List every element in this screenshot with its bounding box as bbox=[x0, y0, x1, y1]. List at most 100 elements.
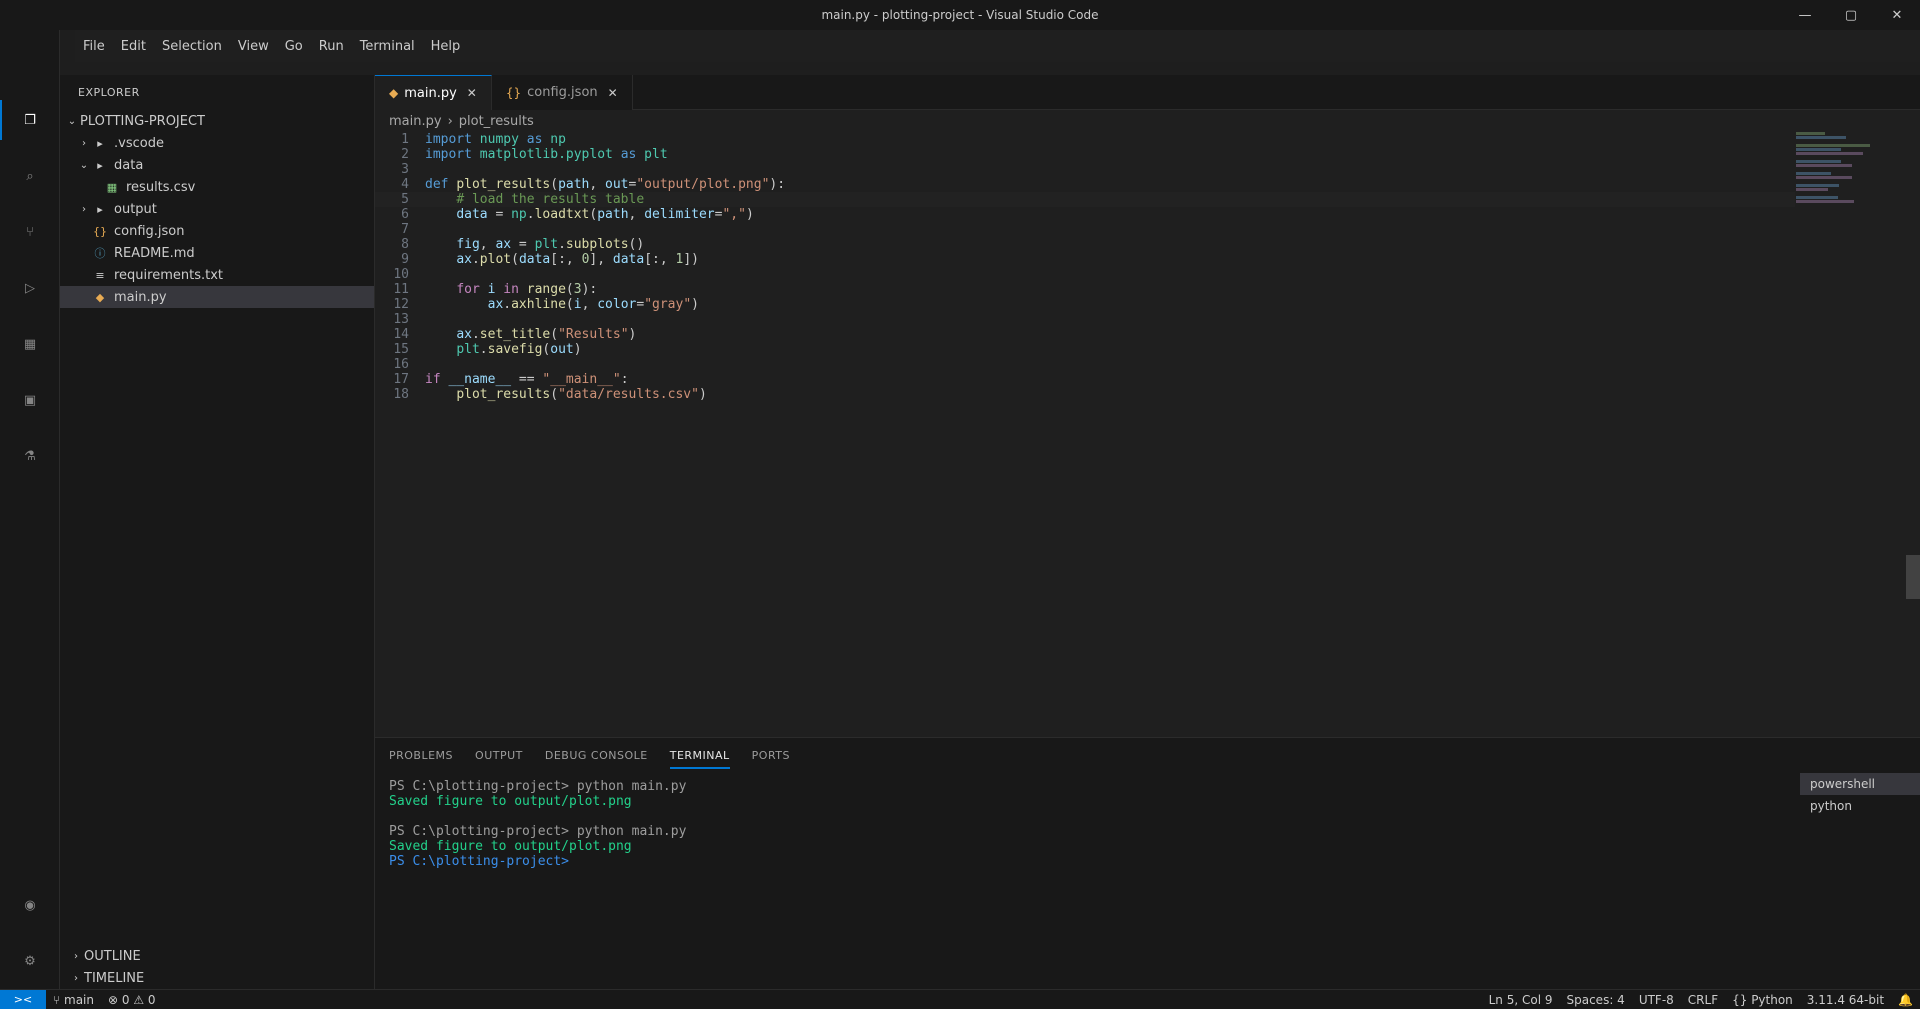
code-text: for i in range(3): bbox=[456, 282, 598, 297]
extensions-icon[interactable]: ▦ bbox=[0, 316, 60, 372]
code-editor[interactable]: 1 import numpy as np 2 import matplotlib.py… bbox=[375, 132, 1795, 737]
editor-scrollbar[interactable] bbox=[1906, 555, 1920, 599]
tab-main-py[interactable]: ◆ main.py ✕ bbox=[375, 75, 492, 110]
source-control-icon[interactable]: ⑂ bbox=[0, 204, 60, 260]
code-line[interactable]: 2 import matplotlib.pyplot as plt bbox=[375, 147, 1795, 162]
tree-item[interactable]: ▦ results.csv bbox=[60, 176, 374, 198]
tree-item[interactable]: {} config.json bbox=[60, 220, 374, 242]
minimap[interactable] bbox=[1796, 132, 1906, 737]
close-icon[interactable]: ✕ bbox=[608, 86, 618, 100]
menu-file[interactable]: File bbox=[75, 39, 113, 54]
code-line[interactable]: 14 ax.set_title("Results") bbox=[375, 327, 1795, 342]
code-line[interactable]: 6 data = np.loadtxt(path, delimiter=",") bbox=[375, 207, 1795, 222]
terminal-list: powershell python bbox=[1800, 773, 1920, 817]
indentation[interactable]: Spaces: 4 bbox=[1560, 993, 1632, 1007]
tab-output[interactable]: OUTPUT bbox=[475, 738, 523, 773]
tab-problems[interactable]: PROBLEMS bbox=[389, 738, 453, 773]
code-line[interactable]: 17 if __name__ == "__main__": bbox=[375, 372, 1795, 387]
code-line[interactable]: 18 plot_results("data/results.csv") bbox=[375, 387, 1795, 402]
code-line[interactable]: 11 for i in range(3): bbox=[375, 282, 1795, 297]
settings-gear-icon[interactable]: ⚙ bbox=[0, 933, 60, 989]
code-line[interactable]: 12 ax.axhline(i, color="gray") bbox=[375, 297, 1795, 312]
tree-item[interactable]: ⌄ ▸ data bbox=[60, 154, 374, 176]
python-file-icon: ◆ bbox=[389, 86, 399, 100]
code-line[interactable]: 9 ax.plot(data[:, 0], data[:, 1]) bbox=[375, 252, 1795, 267]
run-debug-icon[interactable]: ▷ bbox=[0, 260, 60, 316]
code-line[interactable]: 4 def plot_results(path, out="output/plot… bbox=[375, 177, 1795, 192]
tab-terminal[interactable]: TERMINAL bbox=[669, 738, 730, 773]
terminal-line: Saved figure to output/plot.png bbox=[389, 794, 632, 809]
tree-item-label: output bbox=[114, 201, 157, 217]
testing-icon[interactable]: ⚗ bbox=[0, 428, 60, 484]
outline-section[interactable]: › OUTLINE bbox=[60, 945, 374, 967]
minimap-line bbox=[1796, 152, 1864, 155]
menu-view[interactable]: View bbox=[230, 39, 277, 54]
file-type-icon: {} bbox=[93, 224, 107, 238]
line-number: 3 bbox=[401, 162, 409, 177]
code-line[interactable]: 1 import numpy as np bbox=[375, 132, 1795, 147]
menu-selection[interactable]: Selection bbox=[154, 39, 230, 54]
tab-label: config.json bbox=[527, 85, 598, 100]
code-line[interactable]: 3 bbox=[375, 162, 1795, 177]
tree-item[interactable]: › ▸ .vscode bbox=[60, 132, 374, 154]
tree-item[interactable]: ⓘ README.md bbox=[60, 242, 374, 264]
menu-terminal[interactable]: Terminal bbox=[352, 39, 423, 54]
close-button[interactable]: ✕ bbox=[1874, 0, 1920, 30]
editor-tabs: ◆ main.py ✕ {} config.json ✕ bbox=[375, 75, 1920, 110]
close-icon[interactable]: ✕ bbox=[467, 86, 477, 100]
code-line[interactable]: 5 # load the results table bbox=[375, 192, 1795, 207]
remote-indicator-icon[interactable]: >< bbox=[0, 989, 46, 1009]
code-text: ax.axhline(i, color="gray") bbox=[487, 297, 699, 312]
remote-explorer-icon[interactable]: ▣ bbox=[0, 372, 60, 428]
terminal-line: Saved figure to output/plot.png bbox=[389, 839, 632, 854]
bottom-panel: PROBLEMS OUTPUT DEBUG CONSOLE TERMINAL P… bbox=[375, 737, 1920, 989]
search-icon[interactable]: ⌕ bbox=[0, 148, 60, 204]
language-mode[interactable]: {} Python bbox=[1725, 993, 1800, 1007]
title-bar: main.py - plotting-project - Visual Stud… bbox=[0, 0, 1920, 30]
notifications-bell-icon[interactable]: 🔔 bbox=[1891, 993, 1920, 1007]
code-line[interactable]: 8 fig, ax = plt.subplots() bbox=[375, 237, 1795, 252]
menu-run[interactable]: Run bbox=[311, 39, 352, 54]
line-number: 16 bbox=[393, 357, 409, 372]
file-tree: ⌄ PLOTTING-PROJECT › ▸ .vscode ⌄ ▸ data ▦ results… bbox=[60, 110, 374, 308]
line-ending[interactable]: CRLF bbox=[1681, 993, 1725, 1007]
code-line[interactable]: 13 bbox=[375, 312, 1795, 327]
tree-item[interactable]: ≡ requirements.txt bbox=[60, 264, 374, 286]
menu-help[interactable]: Help bbox=[423, 39, 469, 54]
minimize-button[interactable]: — bbox=[1782, 0, 1828, 30]
maximize-button[interactable]: ▢ bbox=[1828, 0, 1874, 30]
problems-status[interactable]: ⊗ 0 ⚠ 0 bbox=[101, 993, 163, 1007]
encoding[interactable]: UTF-8 bbox=[1632, 993, 1681, 1007]
code-line[interactable]: 7 bbox=[375, 222, 1795, 237]
code-text: import matplotlib.pyplot as plt bbox=[425, 147, 668, 162]
code-line[interactable]: 15 plt.savefig(out) bbox=[375, 342, 1795, 357]
tab-config-json[interactable]: {} config.json ✕ bbox=[491, 75, 633, 110]
tab-ports[interactable]: PORTS bbox=[752, 738, 790, 773]
breadcrumb-file[interactable]: main.py bbox=[389, 114, 442, 129]
workspace-root[interactable]: ⌄ PLOTTING-PROJECT bbox=[60, 110, 374, 132]
minimap-line bbox=[1796, 196, 1838, 199]
code-line[interactable]: 10 bbox=[375, 267, 1795, 282]
explorer-icon[interactable]: ❐ bbox=[0, 92, 60, 148]
code-line[interactable]: 16 bbox=[375, 357, 1795, 372]
terminal-item[interactable]: python bbox=[1800, 795, 1920, 817]
menu-go[interactable]: Go bbox=[277, 39, 311, 54]
code-text: fig, ax = plt.subplots() bbox=[456, 237, 645, 252]
code-text: # load the results table bbox=[456, 192, 645, 207]
accounts-icon[interactable]: ◉ bbox=[0, 877, 60, 933]
minimap-line bbox=[1796, 176, 1852, 179]
branch-status[interactable]: ⑂ main bbox=[46, 993, 101, 1007]
breadcrumb-symbol[interactable]: plot_results bbox=[459, 114, 534, 129]
timeline-section[interactable]: › TIMELINE bbox=[60, 967, 374, 989]
line-number: 2 bbox=[401, 147, 409, 162]
tab-debug-console[interactable]: DEBUG CONSOLE bbox=[545, 738, 648, 773]
terminal-item[interactable]: powershell bbox=[1800, 773, 1920, 795]
tree-item[interactable]: ◆ main.py bbox=[60, 286, 374, 308]
tree-item[interactable]: › ▸ output bbox=[60, 198, 374, 220]
chevron-right-icon: › bbox=[82, 137, 86, 149]
cursor-position[interactable]: Ln 5, Col 9 bbox=[1482, 993, 1560, 1007]
line-number: 4 bbox=[401, 177, 409, 192]
menu-edit[interactable]: Edit bbox=[113, 39, 154, 54]
terminal-output[interactable]: PS C:\plotting-project> python main.py Sa… bbox=[375, 773, 1920, 875]
interpreter-version[interactable]: 3.11.4 64-bit bbox=[1800, 993, 1891, 1007]
